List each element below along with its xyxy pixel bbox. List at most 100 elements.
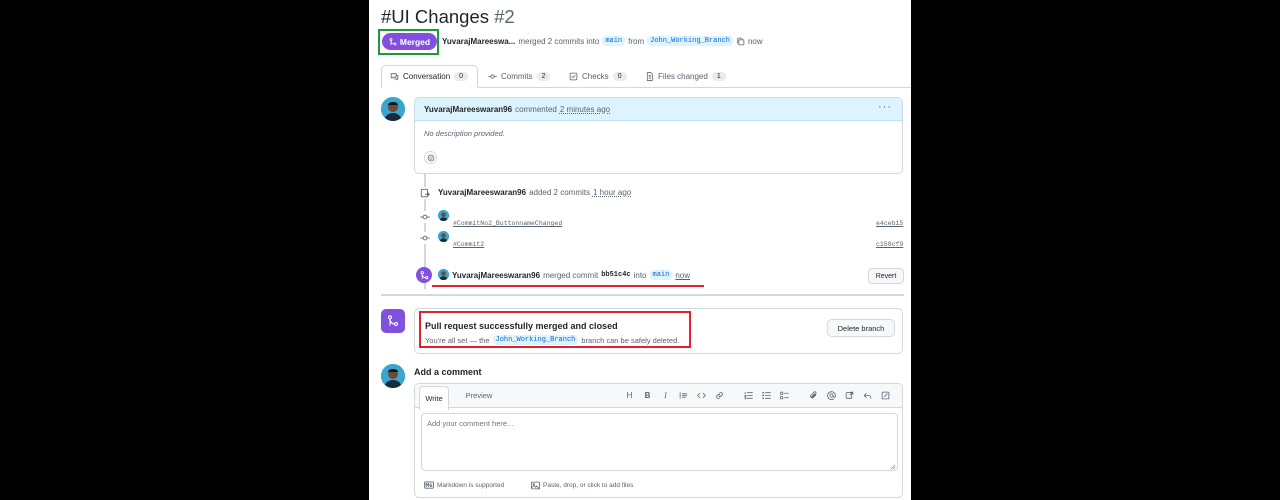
markdown-icon [424, 481, 434, 489]
code-button[interactable] [695, 389, 708, 402]
merge-commit-sha[interactable]: bb51c4c [601, 271, 630, 279]
event-time[interactable]: 1 hour ago [593, 188, 631, 197]
head-branch-label[interactable]: John_Working_Branch [647, 36, 733, 46]
into-text: into [633, 270, 647, 280]
tab-label: Commits [501, 71, 533, 81]
commit-icon [488, 73, 497, 79]
attach-button[interactable] [807, 389, 820, 402]
delete-branch-button[interactable]: Delete branch [827, 319, 895, 337]
base-branch-label[interactable]: main [602, 36, 626, 46]
revert-button[interactable]: Revert [868, 268, 904, 284]
paperclip-icon [810, 391, 817, 399]
smiley-icon [427, 154, 434, 161]
event-text: merged commit [543, 270, 599, 280]
copy-icon[interactable] [736, 37, 745, 46]
merged-status-description: You're all set — the John_Working_Branch… [425, 335, 679, 345]
avatar[interactable] [438, 231, 449, 242]
commit-sha: c158cf9 [876, 233, 903, 251]
saved-reply-button[interactable] [861, 389, 874, 402]
italic-icon: I [664, 391, 667, 400]
from-text: from [628, 36, 645, 46]
tab-files-changed[interactable]: Files changed 1 [637, 65, 734, 87]
status-badge: Merged [382, 33, 437, 50]
merge-action-text: merged 2 commits into [518, 36, 600, 46]
tab-counter: 2 [536, 71, 551, 81]
event-author[interactable]: YuvarajMareeswaran96 [438, 188, 526, 197]
head-branch-label[interactable]: John_Working_Branch [492, 335, 579, 345]
markdown-note[interactable]: Markdown is supported [424, 481, 504, 489]
author-link[interactable]: YuvarajMareeswa... [442, 37, 515, 46]
markdown-note-text: Markdown is supported [437, 481, 505, 489]
heading-icon: H [626, 391, 633, 400]
status-label: Merged [399, 36, 431, 47]
mention-button[interactable] [825, 389, 838, 402]
event-author[interactable]: YuvarajMareeswaran96 [452, 271, 540, 280]
kebab-menu-icon[interactable]: ··· [878, 101, 892, 113]
bold-icon: B [644, 391, 651, 400]
push-event-icon [419, 187, 431, 199]
avatar[interactable] [438, 269, 449, 280]
quote-button[interactable] [677, 389, 690, 402]
tab-counter: 0 [454, 72, 469, 81]
unordered-list-icon [762, 391, 771, 400]
reply-icon [863, 392, 872, 399]
bold-button[interactable]: B [641, 389, 654, 402]
tab-write[interactable]: Write [419, 386, 449, 410]
unordered-list-button[interactable] [760, 389, 773, 402]
italic-button[interactable]: I [659, 389, 672, 402]
fullscreen-button[interactable] [879, 389, 892, 402]
commit-message-link[interactable]: #Commit2 [453, 241, 484, 248]
task-list-icon [780, 391, 789, 400]
comment-author[interactable]: YuvarajMareeswaran96 [424, 105, 512, 114]
list-item: #Commit2 [453, 233, 484, 251]
avatar[interactable] [381, 97, 405, 121]
quote-icon [679, 392, 688, 399]
commit-sha-link[interactable]: c158cf9 [876, 241, 903, 248]
commit-sha-link[interactable]: e4ceb15 [876, 220, 903, 227]
ordered-list-button[interactable] [742, 389, 755, 402]
tab-checks[interactable]: Checks 0 [561, 65, 635, 87]
link-button[interactable] [713, 389, 726, 402]
pull-request-page: #UI Changes #2 Merged YuvarajMareeswa...… [369, 0, 911, 500]
merged-status-title: Pull request successfully merged and clo… [425, 321, 618, 331]
task-list-button[interactable] [778, 389, 791, 402]
attach-files-note[interactable]: Paste, drop, or click to add files [531, 481, 633, 490]
avatar[interactable] [381, 364, 405, 388]
commit-message-link[interactable]: #CommitNo2_ButtonnameChanged [453, 220, 562, 227]
highlight-underline-red [432, 285, 704, 287]
comment-time[interactable]: 2 minutes ago [560, 105, 610, 114]
page-title: #UI Changes #2 [381, 6, 515, 28]
tab-label: Files changed [658, 71, 708, 81]
tab-conversation[interactable]: Conversation 0 [381, 65, 478, 88]
link-icon [716, 392, 723, 399]
commits-added-event: YuvarajMareeswaran96 added 2 commits 1 h… [438, 188, 631, 197]
commit-icon [419, 232, 431, 244]
pr-tabs: Conversation 0 Commits 2 Checks 0 Files … [381, 65, 911, 88]
merged-branch-label[interactable]: main [649, 270, 673, 280]
reference-button[interactable] [843, 389, 856, 402]
comment-textarea[interactable] [421, 413, 898, 471]
ordered-list-icon [744, 391, 753, 400]
desc-text: branch can be safely deleted. [581, 335, 680, 345]
tab-preview[interactable]: Preview [459, 384, 499, 407]
tab-commits[interactable]: Commits 2 [480, 65, 558, 87]
tab-label: Conversation [403, 72, 451, 81]
heading-button[interactable]: H [623, 389, 636, 402]
tab-counter: 1 [711, 71, 726, 81]
event-time[interactable]: now [675, 271, 690, 280]
comment-card: YuvarajMareeswaran96 commented 2 minutes… [414, 97, 903, 174]
resize-handle-icon[interactable] [890, 464, 896, 470]
comment-editor: Write Preview H B I Add your comment her… [414, 383, 903, 498]
pr-time: now [747, 36, 763, 46]
avatar[interactable] [438, 210, 449, 221]
add-comment-title: Add a comment [414, 367, 482, 377]
edit-icon [881, 391, 890, 400]
editor-header: Write Preview H B I [415, 384, 902, 410]
mention-icon [827, 391, 836, 400]
desc-text: You're all set — the [425, 335, 490, 345]
add-reaction-button[interactable] [424, 151, 437, 164]
cross-reference-icon [845, 391, 854, 399]
file-diff-icon [646, 71, 653, 81]
commit-sha: e4ceb15 [876, 212, 903, 230]
code-icon [697, 392, 706, 399]
